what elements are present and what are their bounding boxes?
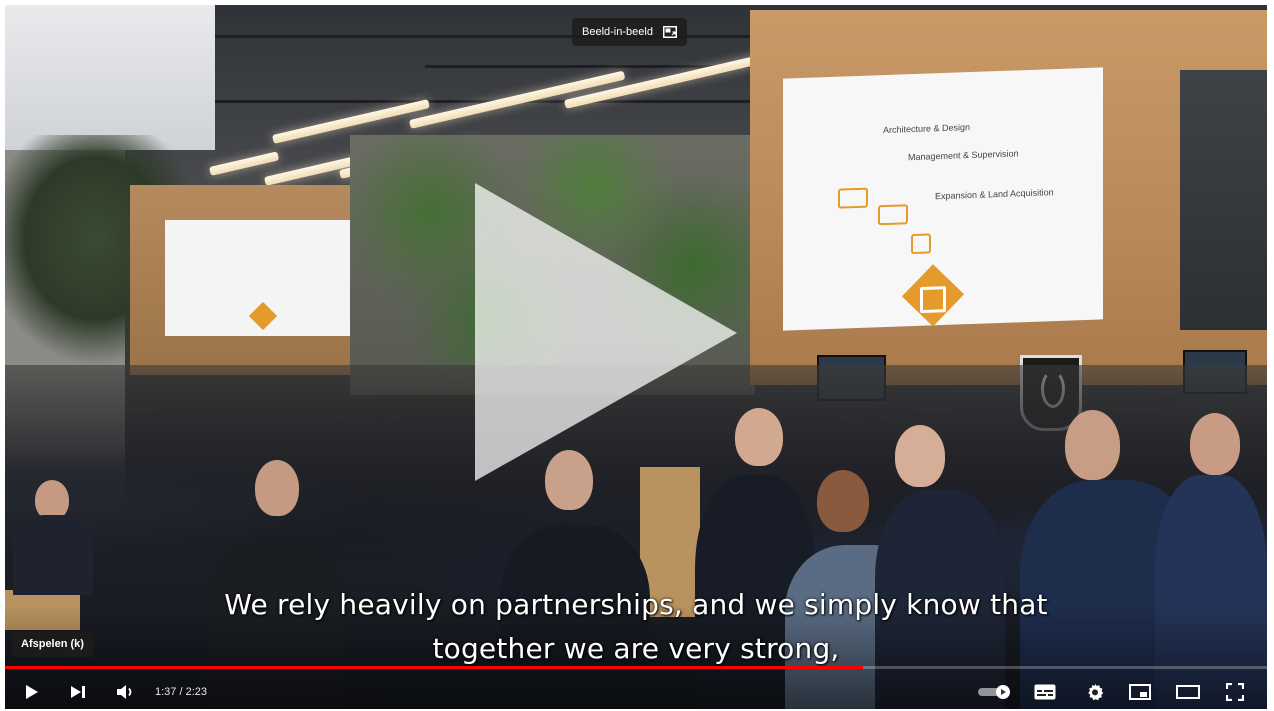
- subtitles-button[interactable]: [1030, 677, 1060, 707]
- play-icon: [26, 685, 38, 699]
- autoplay-toggle-icon: [978, 685, 1010, 699]
- next-icon: [71, 686, 85, 698]
- picture-in-picture-button[interactable]: Beeld-in-beeld: [572, 18, 687, 46]
- mute-button[interactable]: [113, 677, 139, 707]
- settings-icon: [1088, 683, 1104, 701]
- person: [255, 460, 299, 516]
- person: [1190, 413, 1240, 475]
- time-current: 1:37: [155, 686, 177, 698]
- person: [735, 408, 783, 466]
- fullscreen-button[interactable]: [1220, 677, 1250, 707]
- play-button[interactable]: [19, 677, 45, 707]
- subtitles-icon: [1034, 684, 1056, 700]
- person: [35, 480, 69, 520]
- screen-text: Management & Supervision: [908, 148, 1019, 163]
- booth-logo: [901, 264, 965, 327]
- tooltip-label: Afspelen (k): [21, 638, 84, 650]
- miniplayer-button[interactable]: [1125, 677, 1155, 707]
- play-tooltip: Afspelen (k): [12, 631, 93, 657]
- person: [895, 425, 945, 487]
- big-play-icon[interactable]: [475, 183, 739, 483]
- miniplayer-icon: [1129, 684, 1151, 700]
- ceiling-truss: [215, 35, 775, 38]
- theater-mode-button[interactable]: [1173, 677, 1203, 707]
- time-display: 1:37 / 2:23: [155, 677, 207, 707]
- subtitles: We rely heavily on partnerships, and we …: [5, 583, 1267, 671]
- subtitle-line: We rely heavily on partnerships, and we …: [224, 588, 1048, 621]
- subtitle-line: together we are very strong,: [432, 632, 840, 665]
- progress-played: [5, 666, 864, 669]
- picture-in-picture-icon: [662, 26, 677, 38]
- screen-text: Expansion & Land Acquisition: [935, 187, 1054, 202]
- autoplay-toggle[interactable]: [975, 677, 1015, 707]
- ceiling-panel: [5, 5, 215, 150]
- booth-screen-right: Architecture & Design Management & Super…: [783, 67, 1103, 331]
- person: [817, 470, 869, 532]
- booth-screen-left: [165, 220, 353, 336]
- booth-logo: [248, 301, 278, 331]
- screen-icon: [878, 204, 908, 226]
- settings-button[interactable]: [1080, 677, 1110, 707]
- control-bar: 1:37 / 2:23: [5, 677, 1267, 707]
- fullscreen-icon: [1226, 683, 1244, 701]
- theater-mode-icon: [1176, 685, 1200, 699]
- progress-bar[interactable]: [5, 666, 1267, 669]
- picture-in-picture-label: Beeld-in-beeld: [582, 26, 653, 38]
- screen-icon: [911, 233, 931, 255]
- screen-icon: [838, 187, 868, 209]
- video-player[interactable]: Architecture & Design Management & Super…: [5, 5, 1267, 709]
- person: [1065, 410, 1120, 480]
- shelf: [1180, 70, 1267, 330]
- screen-text: Architecture & Design: [883, 122, 971, 136]
- time-total: 2:23: [185, 686, 208, 698]
- time-separator: /: [176, 686, 186, 698]
- volume-icon: [117, 685, 132, 699]
- next-button[interactable]: [65, 677, 91, 707]
